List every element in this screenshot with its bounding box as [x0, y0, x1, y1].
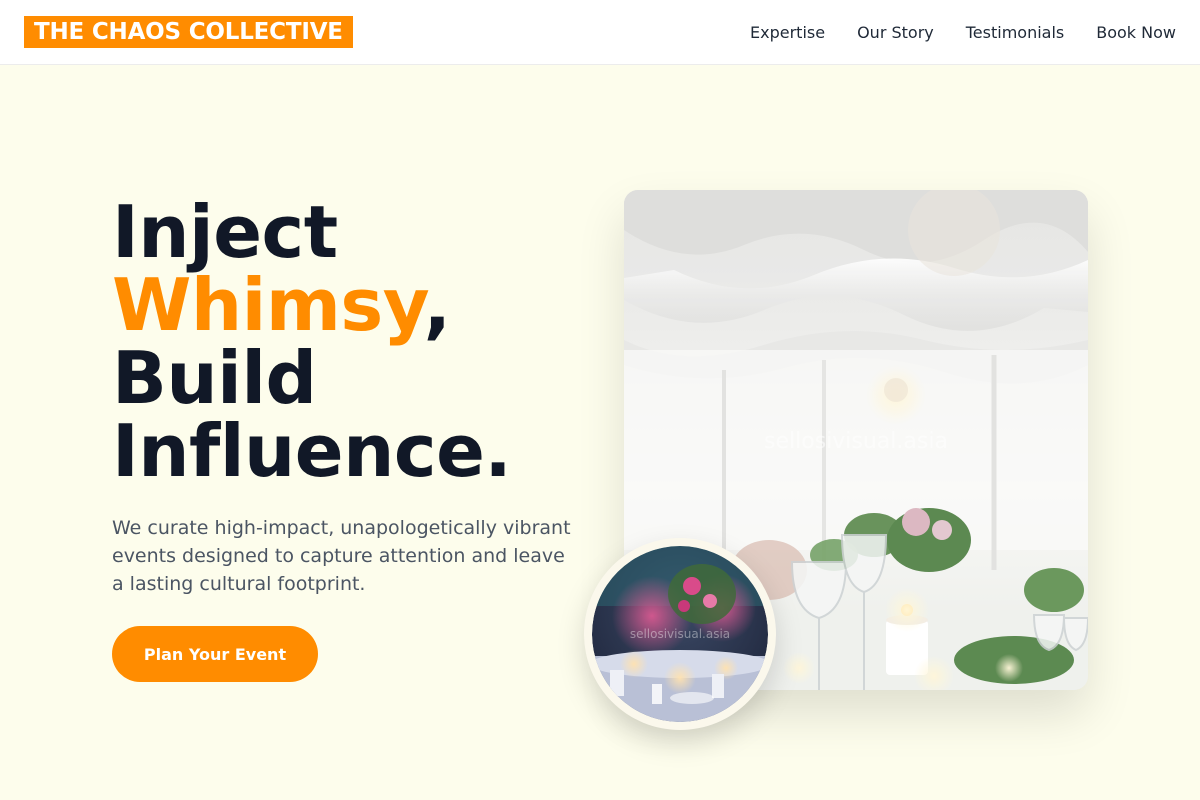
plan-event-button[interactable]: Plan Your Event	[112, 626, 318, 682]
headline-line-2: Whimsy,	[112, 269, 582, 342]
headline-line-1: Inject	[112, 190, 338, 274]
brand-logo[interactable]: THE CHAOS COLLECTIVE	[24, 16, 353, 48]
hero-copy: Inject Whimsy, Build Influence. We curat…	[112, 196, 582, 598]
headline-line-3: Build	[112, 336, 317, 420]
inset-event-photo: sellosivisual.asia	[584, 538, 776, 730]
hero-description: We curate high-impact, unapologetically …	[112, 517, 571, 595]
nav-link-book-now[interactable]: Book Now	[1096, 23, 1176, 42]
headline-line-4: Influence.	[112, 409, 512, 493]
headline-accent-suffix: ,	[423, 263, 451, 347]
site-header: THE CHAOS COLLECTIVE Expertise Our Story…	[0, 0, 1200, 65]
nav-link-expertise[interactable]: Expertise	[750, 23, 825, 42]
hero-headline: Inject Whimsy, Build Influence.	[112, 196, 582, 488]
nav-link-testimonials[interactable]: Testimonials	[966, 23, 1065, 42]
main-nav: Expertise Our Story Testimonials Book No…	[750, 0, 1176, 64]
headline-accent-word: Whimsy	[112, 263, 424, 347]
nav-link-our-story[interactable]: Our Story	[857, 23, 934, 42]
banquet-table-image: sellosivisual.asia	[592, 546, 768, 722]
inset-photo-watermark: sellosivisual.asia	[630, 627, 730, 641]
